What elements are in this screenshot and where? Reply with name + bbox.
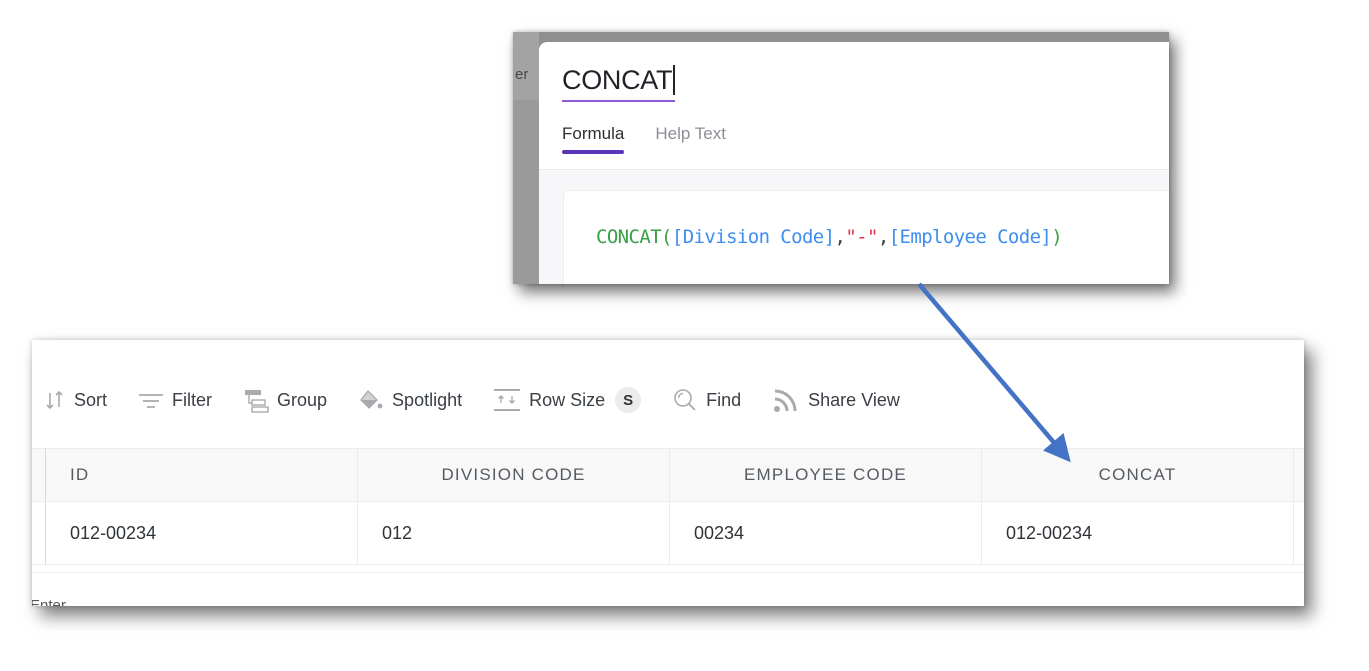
formula-editor-area: CONCAT([Division Code],"-",[Employee Cod…: [539, 170, 1169, 284]
column-header-division-code[interactable]: DIVISION CODE: [358, 449, 670, 501]
table-row[interactable]: 012-00234 012 00234 012-00234: [32, 501, 1304, 565]
cell-id[interactable]: 012-00234: [46, 502, 358, 564]
filter-button[interactable]: Filter: [138, 390, 212, 411]
field-name-value: CONCAT: [562, 65, 673, 95]
column-header-id[interactable]: ID: [46, 449, 358, 501]
share-view-button[interactable]: Share View: [772, 386, 900, 414]
spotlight-label: Spotlight: [392, 389, 463, 410]
formula-editor-screenshot: er CONCAT Formula Help Text CONCAT([Divi…: [513, 32, 1169, 284]
sort-icon: [46, 390, 63, 410]
view-toolbar: Sort Filter Group Spotlight Row Size S F…: [44, 387, 931, 413]
formula-code: CONCAT([Division Code],"-",[Employee Cod…: [596, 226, 1063, 248]
filter-icon: [139, 394, 164, 408]
find-button[interactable]: Find: [672, 387, 741, 413]
text-caret: [673, 65, 675, 95]
formula-token-function: CONCAT(: [596, 226, 672, 248]
formula-token-comma: ,: [834, 226, 846, 248]
cell-next: [1294, 502, 1304, 564]
formula-token-field-ref: [Division Code]: [671, 226, 835, 248]
share-view-label: Share View: [808, 389, 900, 410]
row-height-icon: [494, 389, 521, 411]
filter-label: Filter: [172, 389, 213, 410]
grid-footer: Enter: [32, 572, 1304, 606]
dialog-tabs: Formula Help Text: [562, 124, 726, 154]
tab-formula[interactable]: Formula: [562, 124, 625, 154]
find-label: Find: [706, 389, 742, 410]
row-gutter: [32, 449, 46, 501]
formula-token-string: "-": [845, 226, 878, 248]
formula-dialog: CONCAT Formula Help Text CONCAT([Divisio…: [539, 42, 1169, 284]
grid-view-screenshot: Sort Filter Group Spotlight Row Size S F…: [32, 340, 1304, 606]
data-grid: ID DIVISION CODE EMPLOYEE CODE CONCAT 01…: [32, 448, 1304, 565]
group-label: Group: [277, 389, 328, 410]
formula-token-close-paren: ): [1051, 226, 1063, 248]
search-icon: [674, 389, 696, 411]
tab-help-text[interactable]: Help Text: [655, 124, 726, 154]
column-header-concat[interactable]: CONCAT: [982, 449, 1294, 501]
row-size-button[interactable]: Row Size S: [493, 387, 642, 413]
formula-editor[interactable]: CONCAT([Division Code],"-",[Employee Cod…: [563, 190, 1169, 284]
cell-concat[interactable]: 012-00234: [982, 502, 1294, 564]
grid-header-row: ID DIVISION CODE EMPLOYEE CODE CONCAT: [32, 448, 1304, 501]
field-name-input[interactable]: CONCAT: [562, 64, 675, 102]
group-button[interactable]: Group: [243, 387, 327, 413]
cell-employee-code[interactable]: 00234: [670, 502, 982, 564]
background-partial-text: er: [515, 66, 529, 83]
paint-bucket-icon: [360, 390, 383, 409]
cell-division-code[interactable]: 012: [358, 502, 670, 564]
formula-token-comma: ,: [877, 226, 889, 248]
row-gutter: [32, 502, 46, 564]
footer-partial-text: Enter: [32, 597, 66, 606]
group-icon: [245, 390, 269, 413]
row-size-label: Row Size: [529, 389, 606, 410]
column-header-employee-code[interactable]: EMPLOYEE CODE: [670, 449, 982, 501]
spotlight-button[interactable]: Spotlight: [358, 388, 462, 412]
rss-icon: [774, 389, 797, 412]
formula-token-field-ref: [Employee Code]: [888, 226, 1052, 248]
row-size-badge[interactable]: S: [615, 387, 642, 413]
sort-label: Sort: [74, 389, 108, 410]
sort-button[interactable]: Sort: [44, 389, 107, 411]
column-header-next: [1294, 449, 1304, 501]
